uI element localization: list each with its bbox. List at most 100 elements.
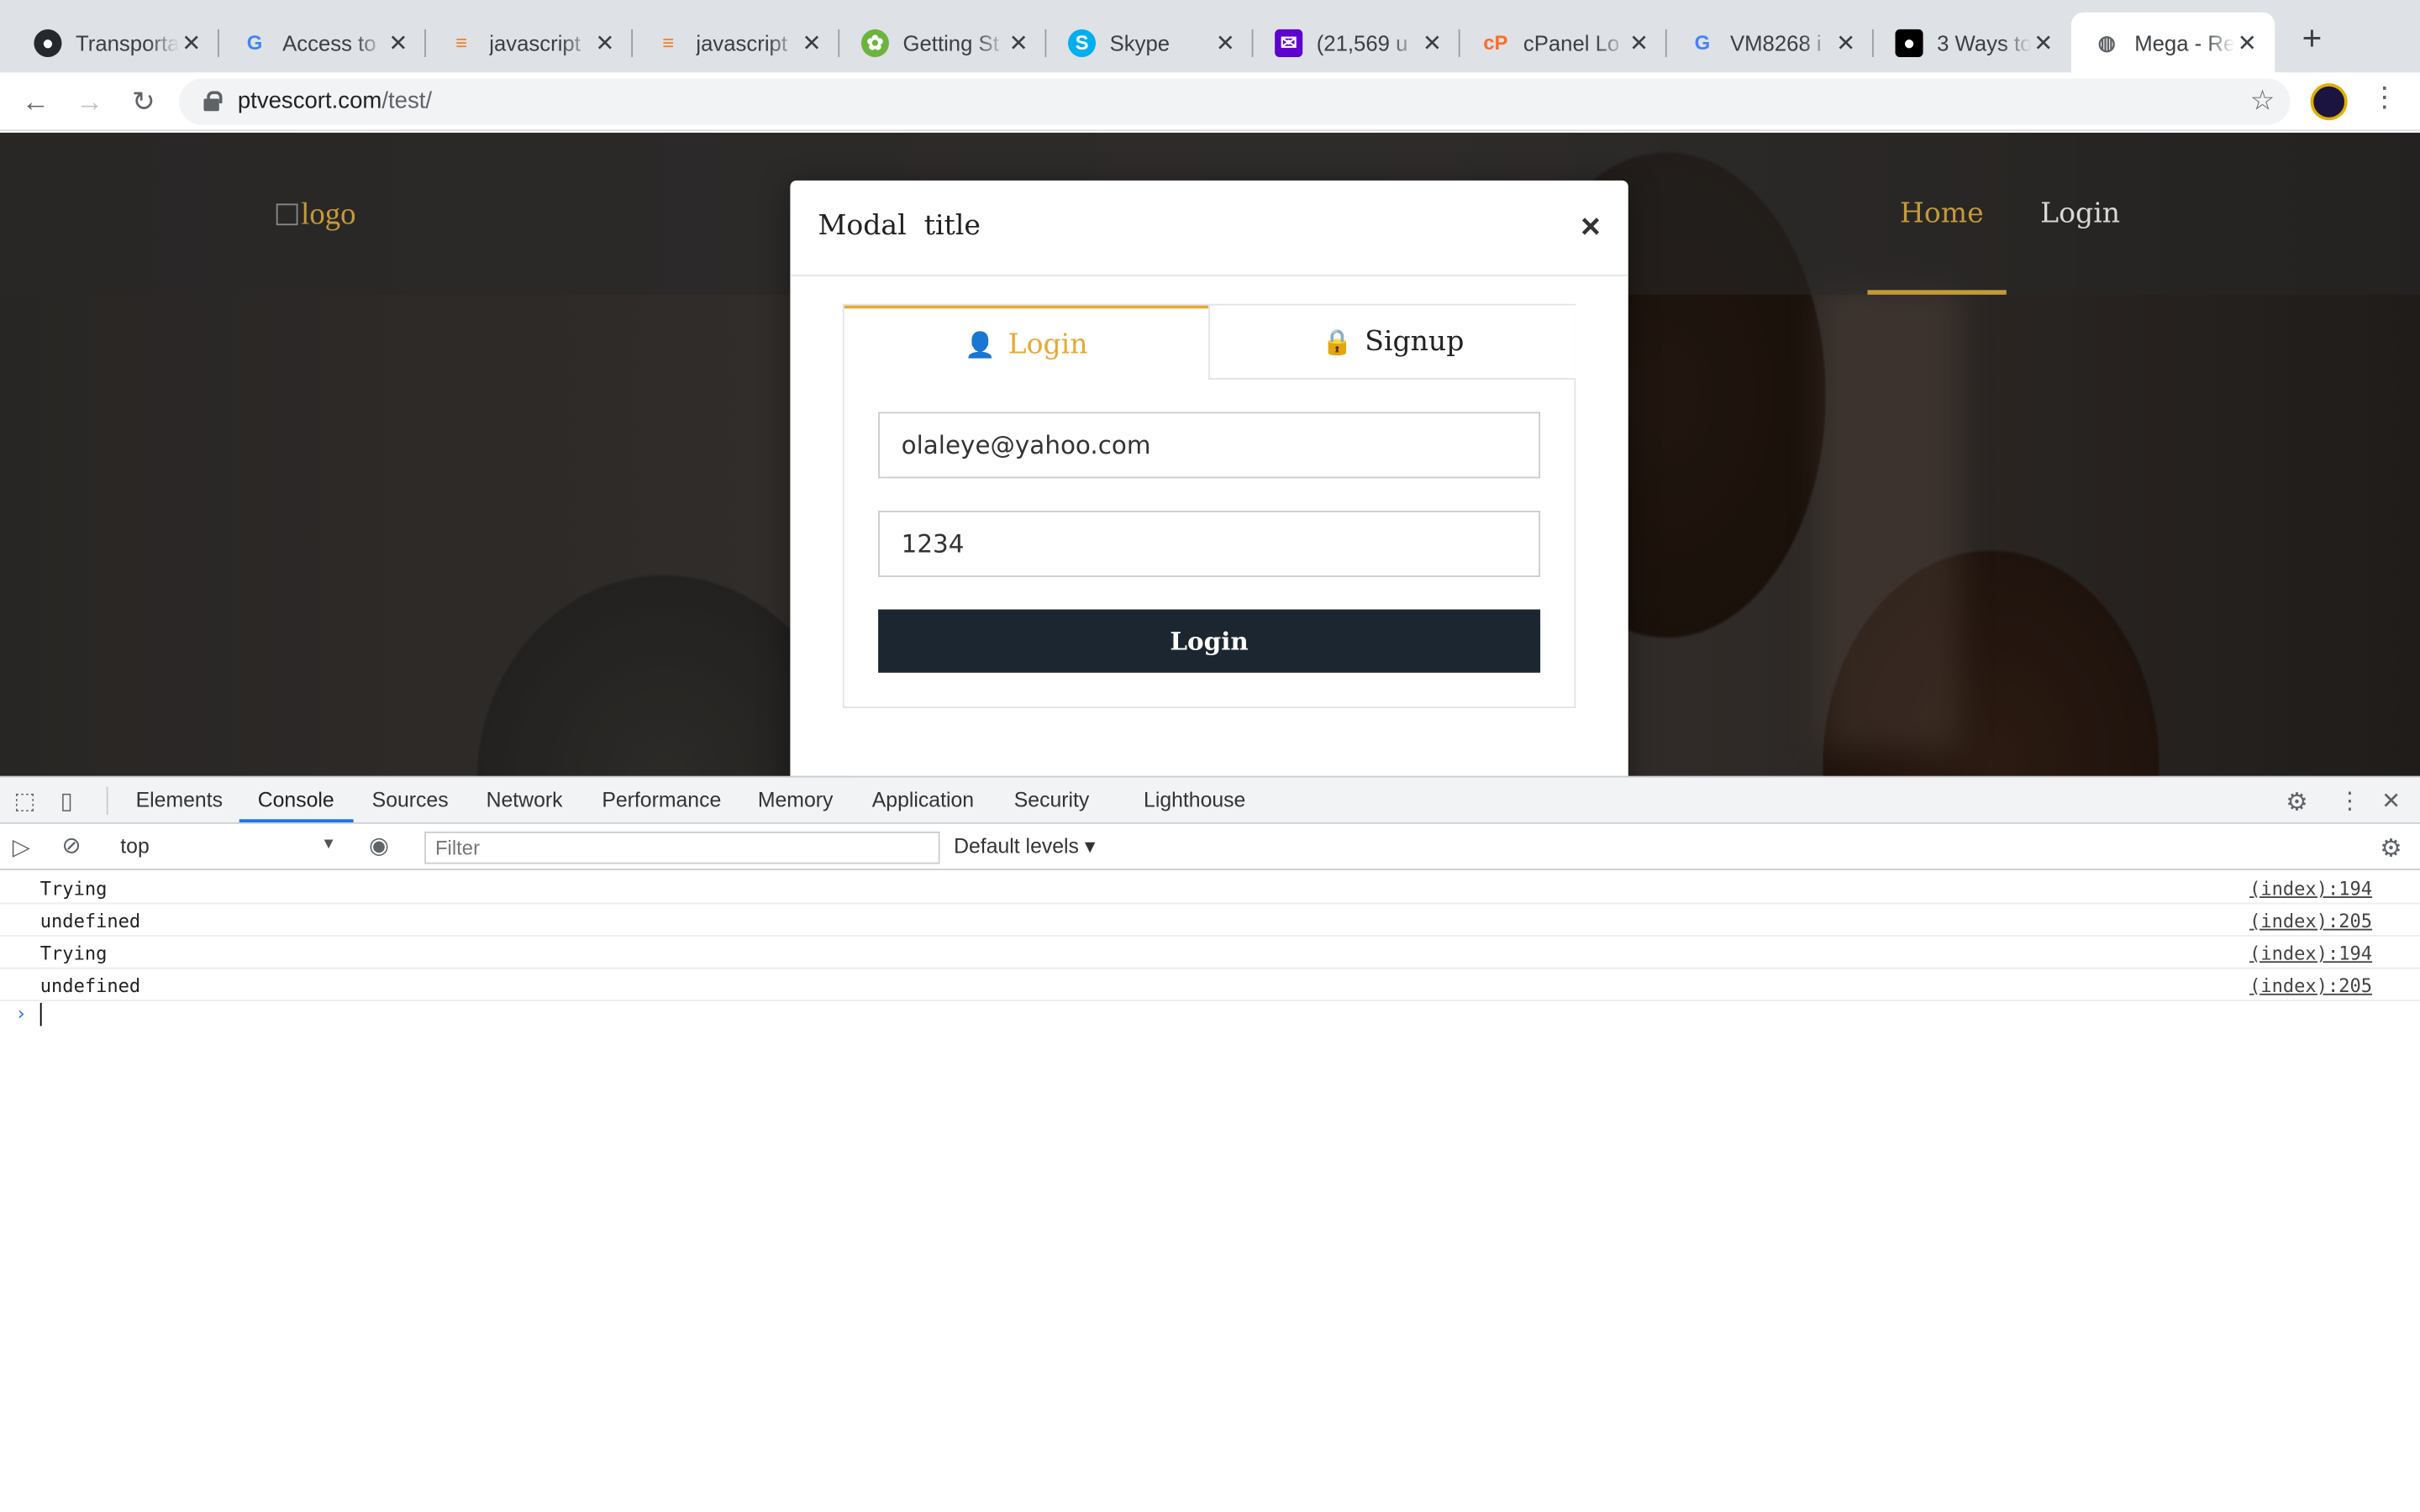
- cpanel-icon: cP: [1483, 30, 1508, 55]
- tab-network[interactable]: Network: [487, 789, 563, 812]
- tab-title: Transporta: [76, 29, 180, 55]
- user-icon: 👤: [965, 329, 996, 360]
- console-text: Trying: [39, 942, 108, 964]
- modal-title: Modal title: [818, 209, 981, 243]
- auth-panel: 👤 Login 🔒 Signup olaleye@yahoo.com 1234 …: [842, 303, 1576, 709]
- login-submit-button[interactable]: Login: [878, 609, 1541, 673]
- lock-icon: [203, 91, 223, 112]
- console-text: undefined: [39, 974, 141, 997]
- nav-login-link[interactable]: Login: [2040, 197, 2120, 230]
- inspect-element-icon[interactable]: ⬚: [14, 787, 36, 815]
- modal-close-button[interactable]: ×: [1581, 207, 1601, 247]
- browser-tab[interactable]: S Skype ✕: [1046, 13, 1254, 73]
- browser-tab[interactable]: cP cPanel Lo ✕: [1460, 13, 1667, 73]
- browser-menu-icon[interactable]: ⋮: [2370, 81, 2398, 114]
- close-tab-icon[interactable]: ✕: [1007, 29, 1031, 56]
- web-page: logo Home Login Modal title × 👤 Login 🔒 …: [0, 132, 2420, 776]
- filter-input[interactable]: Filter: [424, 832, 940, 864]
- close-tab-icon[interactable]: ✕: [1833, 29, 1858, 56]
- console-settings-icon[interactable]: ⚙: [2380, 833, 2402, 864]
- close-tab-icon[interactable]: ✕: [2235, 29, 2260, 56]
- close-devtools-icon[interactable]: ✕: [2381, 787, 2401, 815]
- console-message: undefined (index):205: [0, 969, 2420, 1002]
- tab-console[interactable]: Console: [258, 789, 334, 812]
- url-path: /test/: [381, 87, 433, 114]
- close-tab-icon[interactable]: ✕: [1213, 29, 1238, 56]
- site-logo[interactable]: logo: [276, 197, 356, 233]
- close-tab-icon[interactable]: ✕: [386, 29, 410, 56]
- chevron-down-icon: ▼: [321, 836, 337, 853]
- tab-title: VM8268 i: [1729, 29, 1822, 55]
- forward-button[interactable]: →: [70, 81, 110, 122]
- reload-button[interactable]: ↻: [124, 81, 164, 122]
- google-icon: G: [1694, 30, 1711, 55]
- browser-tab-active[interactable]: ◍ Mega - Re ✕: [2070, 12, 2275, 73]
- tab-application[interactable]: Application: [872, 789, 974, 812]
- device-toolbar-icon[interactable]: ▯: [60, 787, 73, 815]
- console-source-link[interactable]: (index):205: [2249, 975, 2372, 997]
- clear-console-icon[interactable]: ⊘: [61, 832, 81, 859]
- console-text: Trying: [39, 878, 108, 900]
- console-toolbar: ▷ ⊘ top ▼ ◉ Filter Default levels ▾ ⚙: [0, 823, 2420, 870]
- browser-tab[interactable]: ✉ (21,569 u ✕: [1253, 13, 1460, 73]
- tab-sources[interactable]: Sources: [372, 789, 449, 812]
- nav-home-link[interactable]: Home: [1900, 197, 1984, 230]
- url-text[interactable]: ptvescort.com/test/: [238, 88, 432, 114]
- tab-performance[interactable]: Performance: [602, 789, 721, 812]
- bookmark-star-icon[interactable]: ☆: [2250, 85, 2275, 118]
- tab-signup[interactable]: 🔒 Signup: [1208, 305, 1576, 380]
- browser-tab-strip: ● Transporta ✕ G Access to ✕ ≡ javascrip…: [0, 0, 2420, 73]
- tab-title: Getting St: [902, 29, 999, 55]
- tab-signup-label: Signup: [1365, 325, 1465, 359]
- close-tab-icon[interactable]: ✕: [799, 29, 823, 56]
- console-source-link[interactable]: (index):194: [2249, 942, 2372, 964]
- console-message: undefined (index):205: [0, 904, 2420, 937]
- logo-alt-text: logo: [301, 197, 356, 232]
- browser-tab[interactable]: ✿ Getting St ✕: [839, 13, 1047, 73]
- log-levels-dropdown[interactable]: Default levels ▾: [954, 835, 1095, 859]
- browser-tab[interactable]: ● 3 Ways to ✕: [1874, 13, 2071, 73]
- new-tab-button[interactable]: +: [2293, 18, 2330, 59]
- tab-memory[interactable]: Memory: [758, 789, 834, 812]
- close-tab-icon[interactable]: ✕: [179, 29, 203, 56]
- password-field[interactable]: 1234: [878, 510, 1541, 577]
- browser-tab[interactable]: ≡ javascript ✕: [633, 13, 840, 73]
- tab-title: javascript: [696, 29, 787, 55]
- reload-icon: ↻: [131, 85, 155, 117]
- close-tab-icon[interactable]: ✕: [1420, 29, 1444, 56]
- screen: ● Transporta ✕ G Access to ✕ ≡ javascrip…: [0, 0, 2420, 1512]
- address-bar[interactable]: ptvescort.com/test/ ☆: [179, 78, 2291, 125]
- globe-icon: ◍: [2097, 29, 2116, 54]
- tab-elements[interactable]: Elements: [136, 789, 223, 812]
- close-tab-icon[interactable]: ✕: [592, 29, 617, 56]
- tab-title: 3 Ways to: [1937, 29, 2032, 55]
- console-input[interactable]: [39, 1002, 42, 1026]
- console-source-link[interactable]: (index):194: [2249, 878, 2372, 900]
- email-field[interactable]: olaleye@yahoo.com: [878, 412, 1541, 479]
- tab-security[interactable]: Security: [1014, 789, 1090, 812]
- close-tab-icon[interactable]: ✕: [2031, 29, 2055, 56]
- devtools-menu-icon[interactable]: ⋮: [2338, 787, 2362, 815]
- console-message: Trying (index):194: [0, 937, 2420, 969]
- profile-avatar[interactable]: [2310, 83, 2348, 121]
- settings-gear-icon[interactable]: ⚙: [2286, 787, 2307, 818]
- sidebar-toggle-icon[interactable]: ▷: [13, 833, 30, 861]
- console-prompt-icon: ›: [15, 1002, 27, 1025]
- tab-lighthouse[interactable]: Lighthouse: [1144, 789, 1245, 812]
- tab-title: javascript: [489, 29, 581, 55]
- browser-tab[interactable]: ≡ javascript ✕: [426, 13, 634, 73]
- eye-icon[interactable]: ◉: [369, 832, 389, 859]
- console-source-link[interactable]: (index):205: [2249, 911, 2372, 932]
- back-button[interactable]: ←: [15, 81, 55, 122]
- context-selector[interactable]: top: [120, 835, 149, 858]
- browser-tab[interactable]: G Access to ✕: [219, 13, 426, 73]
- browser-tab[interactable]: ● Transporta ✕: [13, 13, 219, 73]
- tab-login[interactable]: 👤 Login: [844, 305, 1209, 380]
- close-tab-icon[interactable]: ✕: [1627, 29, 1651, 56]
- broken-image-icon: [276, 203, 298, 226]
- login-modal: Modal title × 👤 Login 🔒 Signup olaleye@y…: [790, 180, 1628, 776]
- tab-title: cPanel Lo: [1523, 29, 1620, 55]
- devtools-tabbar: ⬚ ▯ Elements Console Sources Network Per…: [0, 777, 2420, 824]
- browser-tab[interactable]: G VM8268 i ✕: [1667, 13, 1874, 73]
- spring-icon: ✿: [860, 28, 889, 57]
